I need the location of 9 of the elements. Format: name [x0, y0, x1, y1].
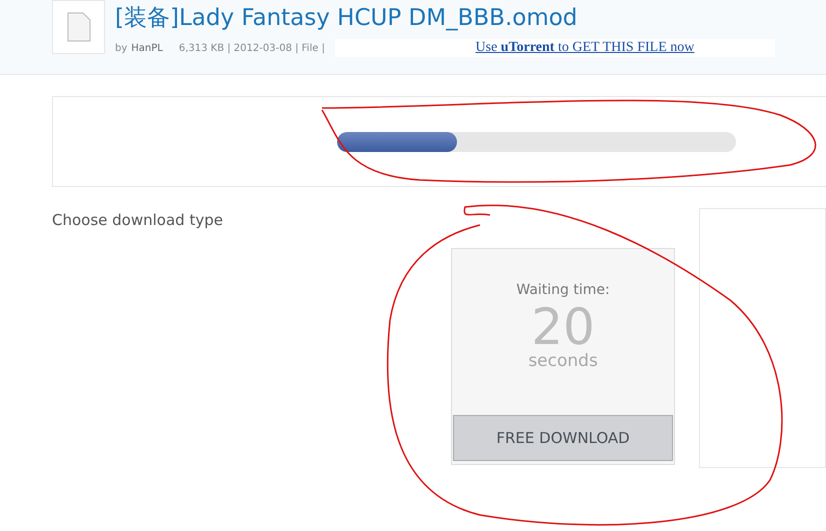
- countdown-unit: seconds: [528, 352, 598, 370]
- file-meta: 6,313 KB | 2012-03-08 | File |: [178, 42, 325, 54]
- uploader-name: HanPL: [131, 42, 163, 54]
- free-download-button[interactable]: FREE DOWNLOAD: [453, 415, 674, 461]
- section-title: Choose download type: [52, 210, 224, 231]
- countdown-number: 20: [531, 302, 595, 352]
- file-title: [装备]Lady Fantasy HCUP DM_BBB.omod: [115, 4, 578, 33]
- by-label: by: [115, 42, 128, 54]
- waiting-label: Waiting time:: [516, 282, 610, 298]
